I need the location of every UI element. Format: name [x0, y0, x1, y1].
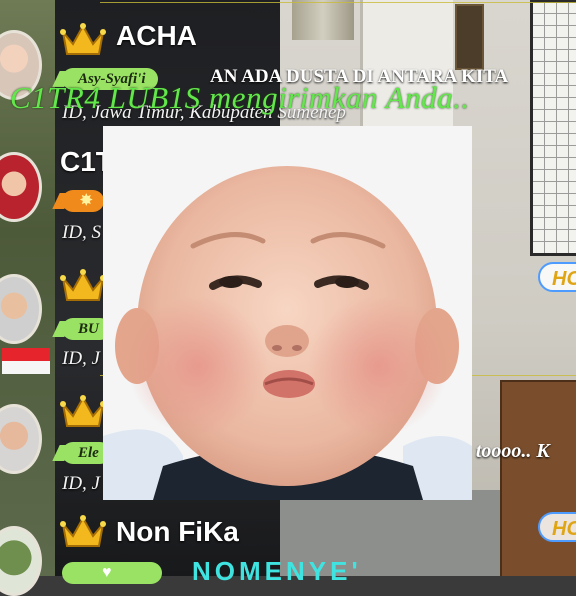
curtain [292, 0, 354, 40]
user-location: ID, J [62, 473, 100, 494]
crown-icon [60, 515, 106, 547]
user-location: ID, S [62, 222, 102, 243]
divider-line [100, 2, 576, 3]
baby-face-sticker [103, 126, 472, 500]
wooden-cabinet [500, 380, 576, 576]
username[interactable]: ACHA [116, 20, 197, 52]
comment-text: e toooo.. K [462, 440, 550, 462]
gift-notification: C1TR4 LUB1S mengirimkan Anda.. [10, 80, 470, 115]
bottom-caption: NOMENYE' [192, 556, 362, 586]
indonesia-flag-icon [2, 348, 50, 374]
user-location: ID, J [62, 348, 100, 369]
crossword-board [530, 0, 576, 256]
heart-icon: ♥ [62, 562, 162, 584]
wall-picture [455, 4, 484, 70]
username[interactable]: Non FiKa [116, 516, 239, 548]
baby-face-image [103, 126, 472, 500]
flame-icon: ✸ [62, 190, 104, 212]
side-pill-button[interactable]: HO [538, 262, 576, 292]
crown-icon [60, 269, 106, 301]
side-pill-button[interactable]: HO [538, 512, 576, 542]
crown-icon [60, 23, 106, 55]
crown-icon [60, 395, 106, 427]
